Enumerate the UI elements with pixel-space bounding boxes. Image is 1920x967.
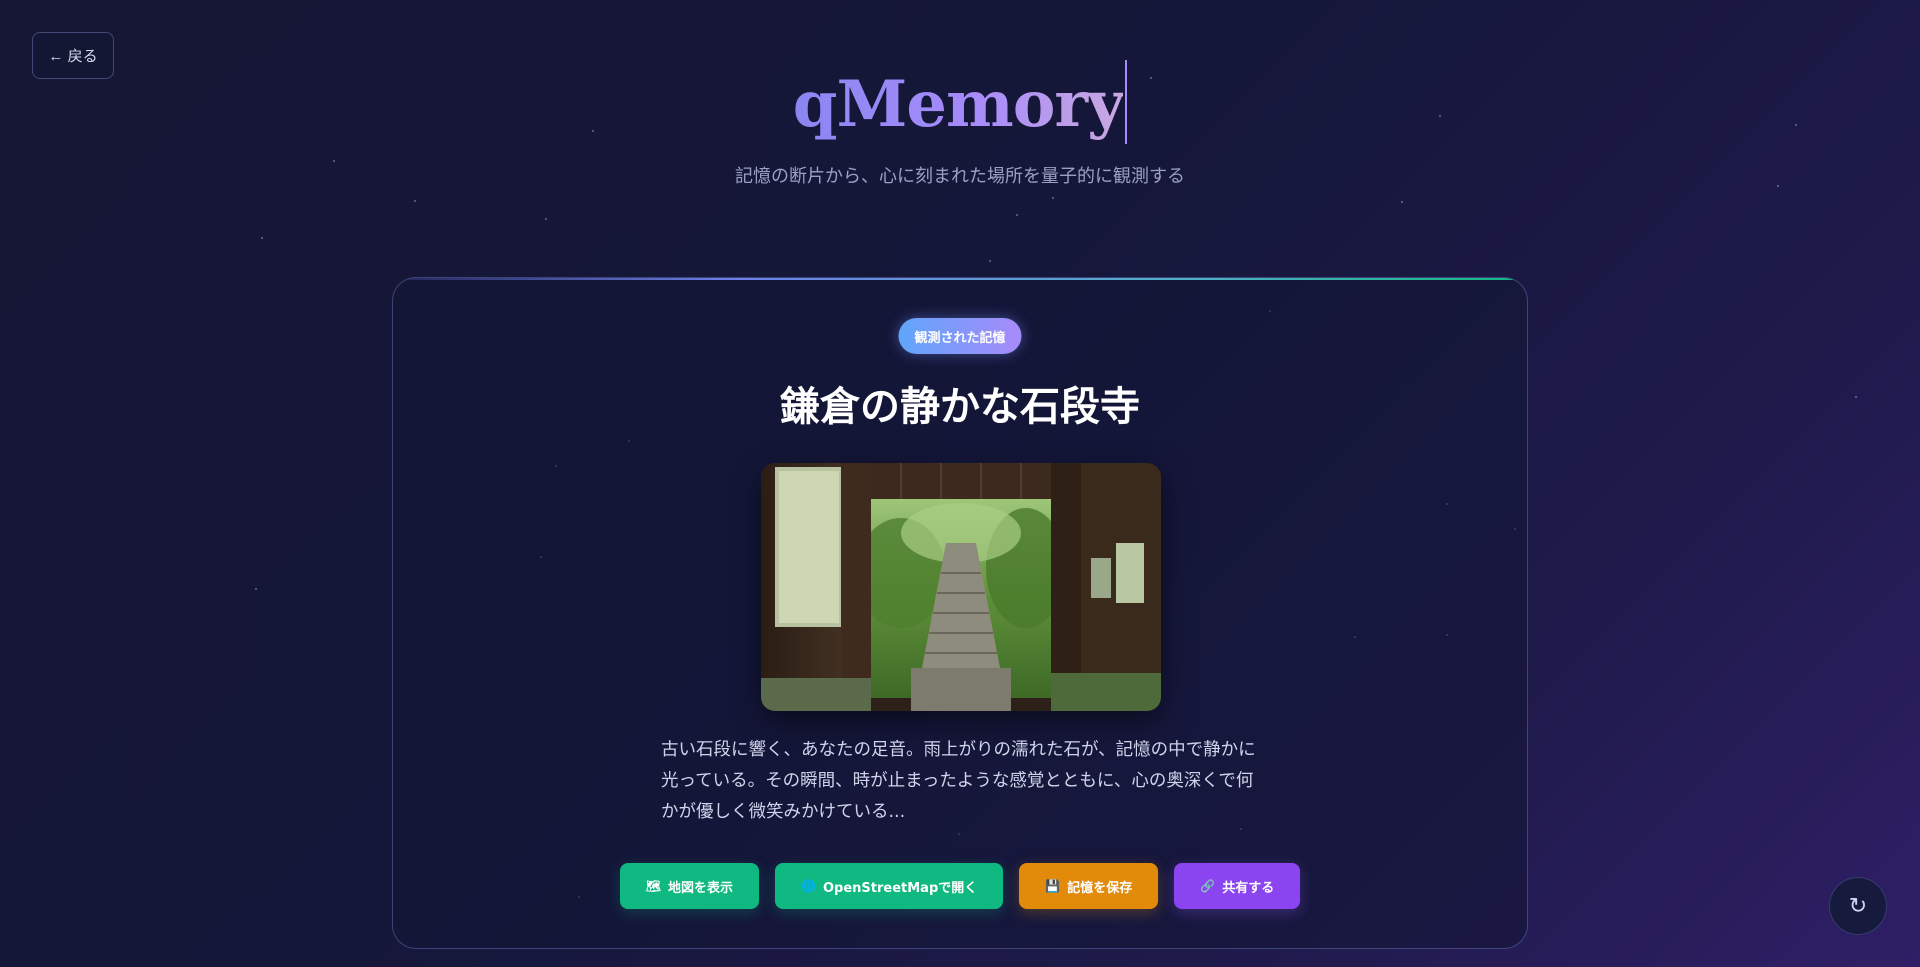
floppy-disk-icon: 💾 [1045,879,1061,893]
save-memory-label: 記憶を保存 [1067,880,1133,896]
action-bar: 🗺 地図を表示 🌐 OpenStreetMapで開く 💾 記憶を保存 🔗 共有す… [393,863,1527,909]
refresh-button[interactable]: ↻ [1829,877,1887,935]
app-header: qMemory 記憶の断片から、心に刻まれた場所を量子的に観測する [0,60,1920,188]
status-badge: 観測された記憶 [898,318,1022,354]
star [414,200,416,202]
memory-description: 古い石段に響く、あなたの足音。雨上がりの濡れた石が、記憶の中で静かに光っている。… [661,740,1256,822]
star [1401,201,1403,203]
share-button[interactable]: 🔗 共有する [1174,863,1301,909]
place-title: 鎌倉の静かな石段寺 [780,383,1140,430]
star [989,260,991,262]
star [1052,197,1054,199]
memory-card: 観測された記憶 鎌倉の静かな石段寺 古い石段に響く、あなたの足音。雨上がりの濡れ… [392,277,1528,949]
refresh-icon: ↻ [1848,893,1868,918]
app-title: qMemory [793,60,1125,150]
star [1016,214,1018,216]
app-subtitle: 記憶の断片から、心に刻まれた場所を量子的に観測する [735,166,1185,187]
save-memory-button[interactable]: 💾 記憶を保存 [1019,863,1159,909]
typing-cursor [1125,60,1128,144]
show-map-button[interactable]: 🗺 地図を表示 [619,863,760,909]
globe-icon: 🌐 [801,879,816,893]
open-osm-label: OpenStreetMapで開く [822,880,978,896]
place-photo [761,463,1161,711]
star [255,588,257,590]
link-icon: 🔗 [1200,879,1216,893]
open-osm-button[interactable]: 🌐 OpenStreetMapで開く [775,863,1004,909]
share-label: 共有する [1222,880,1275,896]
show-map-label: 地図を表示 [668,880,734,896]
card-accent-line [393,278,1527,280]
temple-gate-photo [761,463,1161,711]
star [261,237,263,239]
brand-row: qMemory [0,60,1920,150]
star [545,218,547,220]
star [1855,396,1857,398]
map-icon: 🗺 [645,879,662,893]
